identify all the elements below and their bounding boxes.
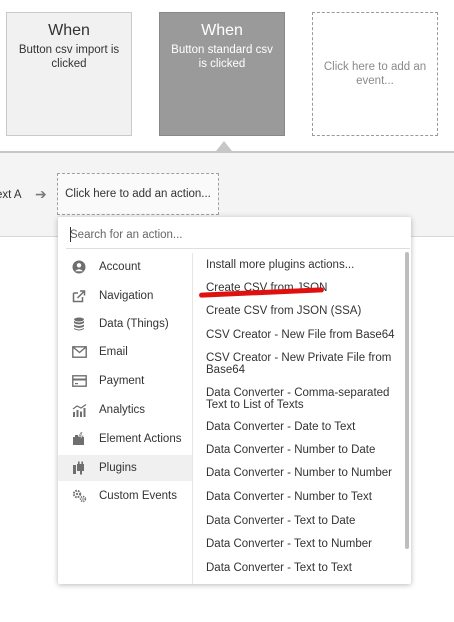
category-label: Payment <box>99 375 145 387</box>
category-account[interactable]: Account <box>58 254 192 280</box>
database-icon <box>71 316 87 332</box>
email-icon <box>71 344 87 360</box>
action-item[interactable]: Data Converter - Text to Number <box>206 538 402 550</box>
account-icon <box>71 259 87 275</box>
category-email[interactable]: Email <box>58 339 192 365</box>
add-action-label: Click here to add an action... <box>65 188 211 200</box>
category-element-actions[interactable]: Element Actions <box>58 426 192 452</box>
event-card-csv-import[interactable]: When Button csv import is clicked <box>6 12 132 136</box>
action-item[interactable]: Data Converter - Number to Date <box>206 444 402 456</box>
action-item[interactable]: Data Converter - Comma-separated Text to… <box>206 387 402 411</box>
add-event-button[interactable]: Click here to add an event... <box>312 12 438 136</box>
category-custom-events[interactable]: Custom Events <box>58 483 192 509</box>
category-label: Data (Things) <box>99 318 169 330</box>
event-card-standard-csv[interactable]: When Button standard csv is clicked <box>159 12 285 136</box>
event-description: Button standard csv is clicked <box>171 44 273 70</box>
action-item[interactable]: Data Converter - Number to Text <box>206 491 402 503</box>
action-item[interactable]: Data Converter - Date to Text <box>206 421 402 433</box>
navigation-icon <box>71 288 87 304</box>
add-event-label: Click here to add an event... <box>323 61 427 87</box>
event-when-label: When <box>48 22 90 39</box>
action-item[interactable]: Create CSV from JSON (SSA) <box>206 305 402 317</box>
category-list: Account Navigation Data (Things) Email P… <box>58 253 193 584</box>
action-list-scrollbar[interactable] <box>405 252 409 549</box>
category-label: Element Actions <box>99 433 182 445</box>
action-item[interactable]: Data Converter - Number to Number <box>206 467 402 479</box>
custom-events-icon <box>71 488 87 504</box>
category-data-things[interactable]: Data (Things) <box>58 311 192 337</box>
action-item[interactable]: Data Converter - Text to Text <box>206 562 402 574</box>
text-caret <box>70 227 71 242</box>
action-picker-dropdown: Account Navigation Data (Things) Email P… <box>58 217 411 584</box>
action-item[interactable]: Data Converter - Text to Date <box>206 515 402 527</box>
selected-event-pointer <box>216 141 232 151</box>
action-list: Install more plugins actions... Create C… <box>193 253 407 584</box>
action-item[interactable]: Install more plugins actions... <box>206 259 402 271</box>
category-payment[interactable]: Payment <box>58 368 192 394</box>
category-label: Custom Events <box>99 490 177 502</box>
category-label: Analytics <box>99 404 146 416</box>
event-description: Button csv import is clicked <box>18 44 120 70</box>
analytics-icon <box>71 402 87 418</box>
add-action-button[interactable]: Click here to add an action... <box>57 173 219 215</box>
category-plugins[interactable]: Plugins <box>58 455 192 481</box>
category-label: Plugins <box>99 462 137 474</box>
category-label: Account <box>99 261 141 273</box>
action-item[interactable]: CSV Creator - New Private File from Base… <box>206 352 402 376</box>
plugins-icon <box>71 460 87 476</box>
element-actions-icon <box>71 431 87 447</box>
category-label: Navigation <box>99 290 154 302</box>
category-navigation[interactable]: Navigation <box>58 283 192 309</box>
search-input[interactable] <box>66 221 410 249</box>
arrow-right-icon: ➔ <box>35 186 47 202</box>
event-when-label: When <box>201 22 243 39</box>
step-label[interactable]: ext A <box>0 189 22 201</box>
category-analytics[interactable]: Analytics <box>58 397 192 423</box>
action-item[interactable]: CSV Creator - New File from Base64 <box>206 329 402 341</box>
payment-icon <box>71 373 87 389</box>
category-label: Email <box>99 346 128 358</box>
